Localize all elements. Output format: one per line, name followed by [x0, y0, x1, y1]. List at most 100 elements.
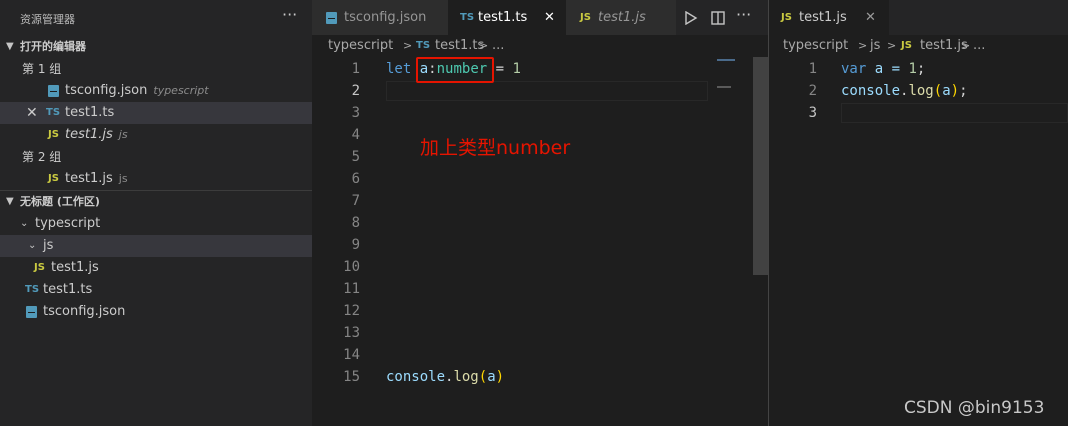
chevron-down-icon: ▼: [6, 196, 14, 207]
minimap-line: [717, 86, 731, 88]
line-number: 13: [343, 325, 360, 341]
json-file-icon: [26, 306, 37, 318]
workspace-section[interactable]: ▼ 无标题 (工作区): [0, 191, 312, 213]
line-number: 3: [808, 105, 817, 121]
group-1-label: 第 1 组: [22, 62, 62, 76]
open-editor-item-tsconfig[interactable]: tsconfig.json typescript: [0, 80, 312, 102]
run-icon[interactable]: [684, 11, 698, 25]
open-editor-item-label: tsconfig.json typescript: [65, 83, 209, 98]
editor-2-tab-bar: JS test1.js ✕: [769, 0, 1068, 35]
folder-label: typescript: [35, 216, 101, 231]
file-label: test1.js: [51, 260, 99, 275]
tree-folder-js[interactable]: ⌄ js: [0, 235, 312, 257]
chevron-down-icon: ⌄: [20, 218, 29, 229]
tab-test1-ts[interactable]: TS test1.ts ✕: [448, 0, 566, 35]
breadcrumb-item[interactable]: typescript: [783, 35, 848, 57]
tab-test1-js[interactable]: JS test1.js: [566, 0, 676, 35]
javascript-file-icon: JS: [48, 129, 59, 140]
folder-label: js: [43, 238, 54, 253]
open-editors-section[interactable]: ▼ 打开的编辑器: [0, 36, 312, 58]
file-label: tsconfig.json: [43, 304, 126, 319]
tree-file-test1-js[interactable]: JS test1.js: [0, 257, 312, 279]
tab-label: test1.js: [799, 10, 847, 25]
more-actions-icon[interactable]: ···: [282, 5, 297, 24]
tree-folder-typescript[interactable]: ⌄ typescript: [0, 213, 312, 235]
javascript-file-icon: JS: [781, 12, 792, 23]
editor-1-tab-bar: tsconfig.json TS test1.ts ✕ JS test1.js …: [312, 0, 768, 35]
line-number: 6: [351, 171, 360, 187]
open-editor-item-label: test1.js js: [65, 127, 128, 142]
group-2-header[interactable]: 第 2 组: [0, 146, 312, 168]
open-editor-item-label: test1.ts: [65, 105, 115, 120]
line-number: 2: [351, 83, 360, 99]
annotation-highlight-box: [416, 57, 494, 83]
typescript-file-icon: TS: [46, 107, 61, 118]
watermark: CSDN @bin9153: [904, 398, 1045, 418]
typescript-file-icon: TS: [460, 12, 475, 23]
tab-test1-js-group2[interactable]: JS test1.js ✕: [769, 0, 889, 35]
tab-label: test1.js: [598, 10, 646, 25]
open-editor-item-test1-js[interactable]: JS test1.js js: [0, 124, 312, 146]
open-editor-item-test1-ts[interactable]: ✕ TS test1.ts: [0, 102, 312, 124]
line-number: 11: [343, 281, 360, 297]
javascript-file-icon: JS: [901, 40, 912, 51]
tab-tsconfig-json[interactable]: tsconfig.json: [312, 0, 448, 35]
more-actions-icon[interactable]: ···: [736, 5, 751, 24]
minimap[interactable]: [715, 57, 753, 426]
chevron-right-icon: >: [479, 39, 489, 52]
breadcrumb-item[interactable]: ...: [492, 35, 504, 57]
chevron-down-icon: ⌄: [28, 240, 37, 251]
line-number: 5: [351, 149, 360, 165]
chevron-right-icon: >: [887, 39, 897, 52]
line-number: 4: [351, 127, 360, 143]
vertical-scrollbar[interactable]: [753, 57, 768, 275]
breadcrumb-item[interactable]: typescript: [328, 35, 393, 57]
tree-file-test1-ts[interactable]: TS test1.ts: [0, 279, 312, 301]
annotation-text: 加上类型number: [420, 137, 571, 159]
code-line-2: console.log(a);: [841, 83, 968, 99]
chevron-right-icon: >: [858, 39, 868, 52]
tree-file-tsconfig[interactable]: tsconfig.json: [0, 301, 312, 323]
open-editor-item-test1-js-group2[interactable]: JS test1.js js: [0, 168, 312, 190]
editor-1-breadcrumb: typescript > TS test1.ts > ...: [312, 35, 768, 57]
close-icon[interactable]: ✕: [865, 0, 876, 35]
tab-label: test1.ts: [478, 10, 528, 25]
code-line-15: console.log(a): [386, 369, 505, 385]
open-editors-label: 打开的编辑器: [20, 40, 86, 53]
json-file-icon: [48, 85, 59, 97]
split-editor-icon[interactable]: [711, 11, 725, 25]
close-icon[interactable]: ✕: [26, 102, 38, 124]
line-number: 10: [343, 259, 360, 275]
workspace-label: 无标题 (工作区): [20, 195, 100, 208]
editor-2-body[interactable]: 1 2 3 var a = 1; console.log(a);: [769, 57, 1068, 426]
tab-label: tsconfig.json: [344, 10, 427, 25]
javascript-file-icon: JS: [48, 173, 59, 184]
group-1-header[interactable]: 第 1 组: [0, 58, 312, 80]
current-line-highlight: [386, 81, 708, 101]
line-number: 12: [343, 303, 360, 319]
line-number: 7: [351, 193, 360, 209]
editor-2-breadcrumb: typescript > js > JS test1.js > ...: [769, 35, 1068, 57]
line-number: 2: [808, 83, 817, 99]
breadcrumb-item[interactable]: ...: [973, 35, 985, 57]
chevron-right-icon: >: [403, 39, 413, 52]
line-number: 15: [343, 369, 360, 385]
json-file-icon: [326, 12, 337, 24]
chevron-right-icon: >: [961, 39, 971, 52]
breadcrumb-item[interactable]: js: [870, 35, 880, 57]
typescript-file-icon: TS: [416, 40, 431, 51]
explorer-title: 资源管理器: [20, 13, 75, 26]
line-number: 14: [343, 347, 360, 363]
breadcrumb-item[interactable]: test1.ts: [435, 35, 484, 57]
line-number: 9: [351, 237, 360, 253]
close-icon[interactable]: ✕: [544, 0, 555, 35]
javascript-file-icon: JS: [580, 12, 591, 23]
current-line-highlight: [841, 103, 1068, 123]
line-number: 3: [351, 105, 360, 121]
line-number: 1: [808, 61, 817, 77]
minimap-line: [717, 59, 735, 61]
line-number: 1: [351, 61, 360, 77]
editor-1-body[interactable]: 1 2 3 4 5 6 7 8 9 10 11 12 13 14 15 let …: [312, 57, 768, 426]
typescript-file-icon: TS: [25, 284, 40, 295]
file-label: test1.ts: [43, 282, 93, 297]
